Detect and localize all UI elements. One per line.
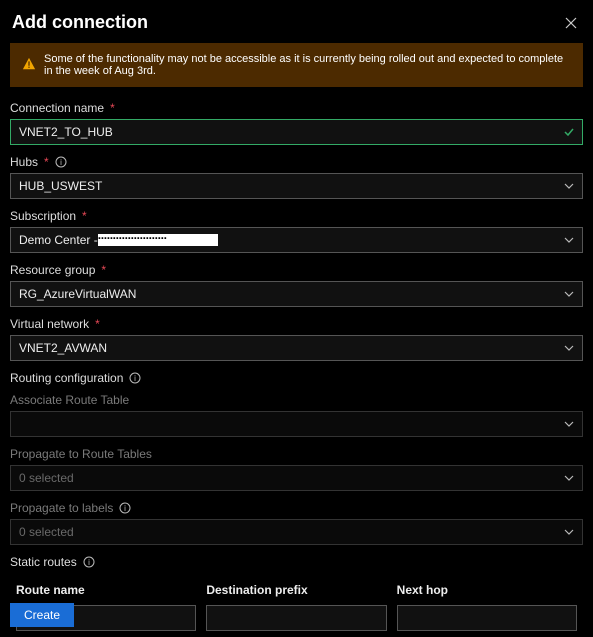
info-icon[interactable]: i — [119, 502, 131, 514]
required-indicator: * — [44, 155, 49, 169]
virtual-network-select[interactable]: VNET2_AVWAN — [10, 335, 583, 361]
required-indicator: * — [95, 317, 100, 331]
info-icon[interactable]: i — [55, 156, 67, 168]
check-icon — [562, 125, 576, 139]
required-indicator: * — [110, 101, 115, 115]
info-icon[interactable]: i — [129, 372, 141, 384]
hubs-label: Hubs — [10, 155, 38, 169]
required-indicator: * — [101, 263, 106, 277]
svg-text:i: i — [88, 558, 90, 567]
chevron-down-icon — [562, 525, 576, 539]
associate-route-table-label: Associate Route Table — [10, 393, 129, 407]
warning-banner: Some of the functionality may not be acc… — [10, 43, 583, 87]
chevron-down-icon — [562, 341, 576, 355]
routing-config-label: Routing configuration — [10, 371, 123, 385]
close-icon[interactable] — [563, 15, 579, 31]
propagate-labels-label: Propagate to labels — [10, 501, 113, 515]
warning-icon — [22, 57, 36, 74]
propagate-route-tables-label: Propagate to Route Tables — [10, 447, 152, 461]
redacted-text — [98, 234, 218, 246]
chevron-down-icon — [562, 287, 576, 301]
chevron-down-icon — [562, 179, 576, 193]
destination-prefix-header: Destination prefix — [206, 583, 386, 597]
svg-text:i: i — [60, 158, 62, 167]
chevron-down-icon — [562, 417, 576, 431]
route-name-header: Route name — [16, 583, 196, 597]
next-hop-input[interactable] — [397, 605, 577, 631]
page-title: Add connection — [12, 12, 148, 33]
chevron-down-icon — [562, 233, 576, 247]
associate-route-table-select[interactable] — [10, 411, 583, 437]
chevron-down-icon — [562, 471, 576, 485]
required-indicator: * — [82, 209, 87, 223]
hubs-select[interactable]: HUB_USWEST — [10, 173, 583, 199]
virtual-network-label: Virtual network — [10, 317, 89, 331]
create-button[interactable]: Create — [10, 603, 74, 627]
connection-name-input[interactable]: VNET2_TO_HUB — [10, 119, 583, 145]
resource-group-select[interactable]: RG_AzureVirtualWAN — [10, 281, 583, 307]
next-hop-header: Next hop — [397, 583, 577, 597]
connection-name-label: Connection name — [10, 101, 104, 115]
resource-group-label: Resource group — [10, 263, 95, 277]
static-routes-label: Static routes — [10, 555, 77, 569]
subscription-label: Subscription — [10, 209, 76, 223]
subscription-select[interactable]: Demo Center - — [10, 227, 583, 253]
propagate-labels-select[interactable]: 0 selected — [10, 519, 583, 545]
warning-text: Some of the functionality may not be acc… — [44, 53, 571, 77]
propagate-route-tables-select[interactable]: 0 selected — [10, 465, 583, 491]
info-icon[interactable]: i — [83, 556, 95, 568]
destination-prefix-input[interactable] — [206, 605, 386, 631]
svg-text:i: i — [135, 374, 137, 383]
svg-text:i: i — [125, 504, 127, 513]
